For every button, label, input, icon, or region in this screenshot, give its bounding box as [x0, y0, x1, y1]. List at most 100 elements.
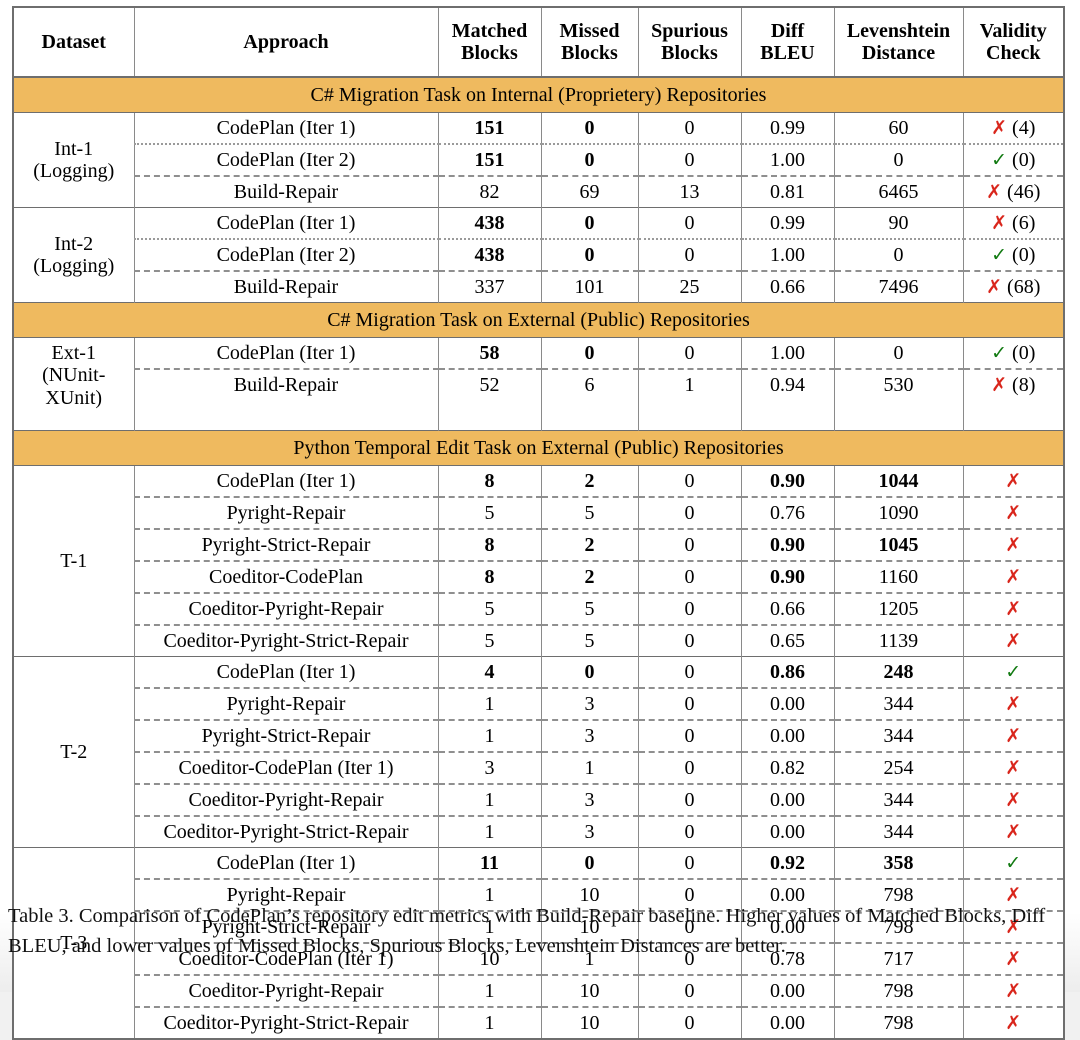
levenshtein-distance-cell: 1045: [833, 528, 964, 561]
cross-icon: ✗: [1005, 597, 1022, 620]
spurious-blocks-cell: 0: [637, 528, 742, 561]
missed-blocks-cell: 0: [540, 143, 639, 176]
approach-cell: Coeditor-Pyright-Repair: [133, 592, 439, 625]
validity-check-cell: ✗ (4): [962, 112, 1065, 144]
levenshtein-distance-cell: 344: [833, 687, 964, 720]
cross-icon: ✗: [1005, 501, 1022, 524]
validity-check-cell: ✓: [962, 847, 1065, 879]
spurious-blocks-cell: 0: [637, 656, 742, 688]
levenshtein-distance-cell: 1160: [833, 560, 964, 593]
cross-icon: ✗: [1005, 724, 1022, 747]
spurious-blocks-cell: 0: [637, 624, 742, 657]
spurious-blocks-cell: 0: [637, 238, 742, 271]
levenshtein-distance-cell: 1090: [833, 496, 964, 529]
column-header-line1: Spurious: [651, 19, 728, 42]
missed-blocks-cell: 1: [540, 751, 639, 784]
validity-check-cell: ✓ (0): [962, 238, 1065, 271]
approach-cell: Pyright-Repair: [133, 496, 439, 529]
dataset-label-line1: Ext-1: [51, 342, 96, 364]
column-header-line2: Distance: [861, 42, 936, 64]
matched-blocks-cell: 151: [437, 143, 542, 176]
approach-cell: Pyright-Repair: [133, 687, 439, 720]
spurious-blocks-cell: [637, 400, 742, 431]
diff-bleu-cell: 0.94: [740, 368, 835, 400]
cross-icon: ✗: [1005, 756, 1022, 779]
diff-bleu-cell: 0.90: [740, 528, 835, 561]
approach-cell: CodePlan (Iter 1): [133, 465, 439, 497]
diff-bleu-cell: 0.81: [740, 175, 835, 208]
approach-cell: Coeditor-CodePlan (Iter 1): [133, 751, 439, 784]
cross-icon: ✗: [1005, 979, 1022, 1002]
levenshtein-distance-cell: 1044: [833, 465, 964, 497]
missed-blocks-cell: 2: [540, 560, 639, 593]
missed-blocks-cell: 5: [540, 592, 639, 625]
matched-blocks-cell: 1: [437, 1006, 542, 1039]
diff-bleu-cell: [740, 400, 835, 431]
column-header-lev: Levenshtein Distance: [833, 7, 964, 78]
table-row: Build-Repair 82 69 13 0.81 6465 ✗ (46): [13, 175, 1065, 208]
table-row: Coeditor-Pyright-Repair 5 5 0 0.66 1205 ✗: [13, 592, 1065, 625]
section-csharp-internal-label: C# Migration Task on Internal (Propriete…: [13, 76, 1064, 113]
approach-cell: CodePlan (Iter 1): [133, 656, 439, 688]
diff-bleu-cell: 0.92: [740, 847, 835, 879]
levenshtein-distance-cell: 248: [833, 656, 964, 688]
spurious-blocks-cell: 25: [637, 270, 742, 303]
figure-caption: Table 3. Comparison of CodePlan’s reposi…: [8, 905, 1046, 957]
approach-cell: Coeditor-CodePlan: [133, 560, 439, 593]
levenshtein-distance-cell: [833, 400, 964, 431]
validity-check-cell: ✗ (68): [962, 270, 1065, 303]
missed-blocks-cell: 6: [540, 368, 639, 400]
matched-blocks-cell: 5: [437, 592, 542, 625]
cross-icon: ✗: [1005, 692, 1022, 715]
validity-check-cell: ✗: [962, 465, 1065, 497]
diff-bleu-cell: 0.65: [740, 624, 835, 657]
diff-bleu-cell: 0.00: [740, 687, 835, 720]
approach-cell: Build-Repair: [133, 175, 439, 208]
missed-blocks-cell: 3: [540, 815, 639, 848]
spurious-blocks-cell: 13: [637, 175, 742, 208]
dataset-label-line2: (NUnit-: [42, 364, 106, 387]
dataset-label-line2: (Logging): [33, 255, 115, 277]
missed-blocks-cell: 3: [540, 783, 639, 816]
column-header-line2: Blocks: [461, 42, 518, 64]
column-header-line2: BLEU: [760, 42, 815, 64]
cross-icon: ✗: [1005, 788, 1022, 811]
missed-blocks-cell: 0: [540, 238, 639, 271]
table-body: C# Migration Task on Internal (Propriete…: [12, 76, 1065, 1039]
validity-check-cell: ✗: [962, 496, 1065, 529]
validity-check-cell: ✗: [962, 624, 1065, 657]
table-row: T-1 CodePlan (Iter 1) 8 2 0 0.90 1044 ✗: [12, 465, 1065, 657]
levenshtein-distance-cell: 7496: [833, 270, 964, 303]
missed-blocks-cell: 0: [540, 847, 639, 879]
matched-blocks-cell: 5: [437, 624, 542, 657]
approach-cell: Pyright-Strict-Repair: [133, 528, 439, 561]
matched-blocks-cell: 438: [437, 238, 542, 271]
section-banner-row: C# Migration Task on Internal (Propriete…: [13, 76, 1064, 113]
validity-count: (8): [1007, 373, 1036, 396]
dataset-label-line2: (Logging): [33, 160, 115, 182]
table-row: Coeditor-Pyright-Strict-Repair 1 3 0 0.00 344…: [13, 815, 1065, 848]
table-row: Coeditor-CodePlan (Iter 1) 3 1 0 0.82 254 ✗: [13, 751, 1065, 784]
validity-check-cell: ✗ (8): [962, 368, 1065, 400]
dataset-label-line1: Int-1: [54, 137, 94, 160]
validity-count: (46): [1002, 180, 1041, 203]
approach-cell: Build-Repair: [133, 270, 439, 303]
column-header-spurious: Spurious Blocks: [637, 7, 742, 78]
levenshtein-distance-cell: 344: [833, 719, 964, 752]
header-row: Dataset Approach Matched Blocks Missed Blocks…: [12, 7, 1065, 78]
diff-bleu-cell: 0.00: [740, 815, 835, 848]
missed-blocks-cell: 3: [540, 719, 639, 752]
table-header: Dataset Approach Matched Blocks Missed Blocks…: [12, 7, 1065, 78]
matched-blocks-cell: 4: [437, 656, 542, 688]
levenshtein-distance-cell: 358: [833, 847, 964, 879]
dataset-cell: T-2: [12, 656, 135, 848]
validity-check-cell: ✓ (0): [962, 143, 1065, 176]
spurious-blocks-cell: 0: [637, 560, 742, 593]
column-header-matched: Matched Blocks: [437, 7, 542, 78]
cross-icon: ✗: [991, 211, 1008, 234]
validity-check-cell: ✗: [962, 815, 1065, 848]
approach-cell: CodePlan (Iter 2): [133, 238, 439, 271]
spurious-blocks-cell: 0: [637, 496, 742, 529]
approach-cell: Coeditor-Pyright-Strict-Repair: [133, 815, 439, 848]
table-figure-root: Dataset Approach Matched Blocks Missed Blocks…: [0, 0, 1080, 1040]
